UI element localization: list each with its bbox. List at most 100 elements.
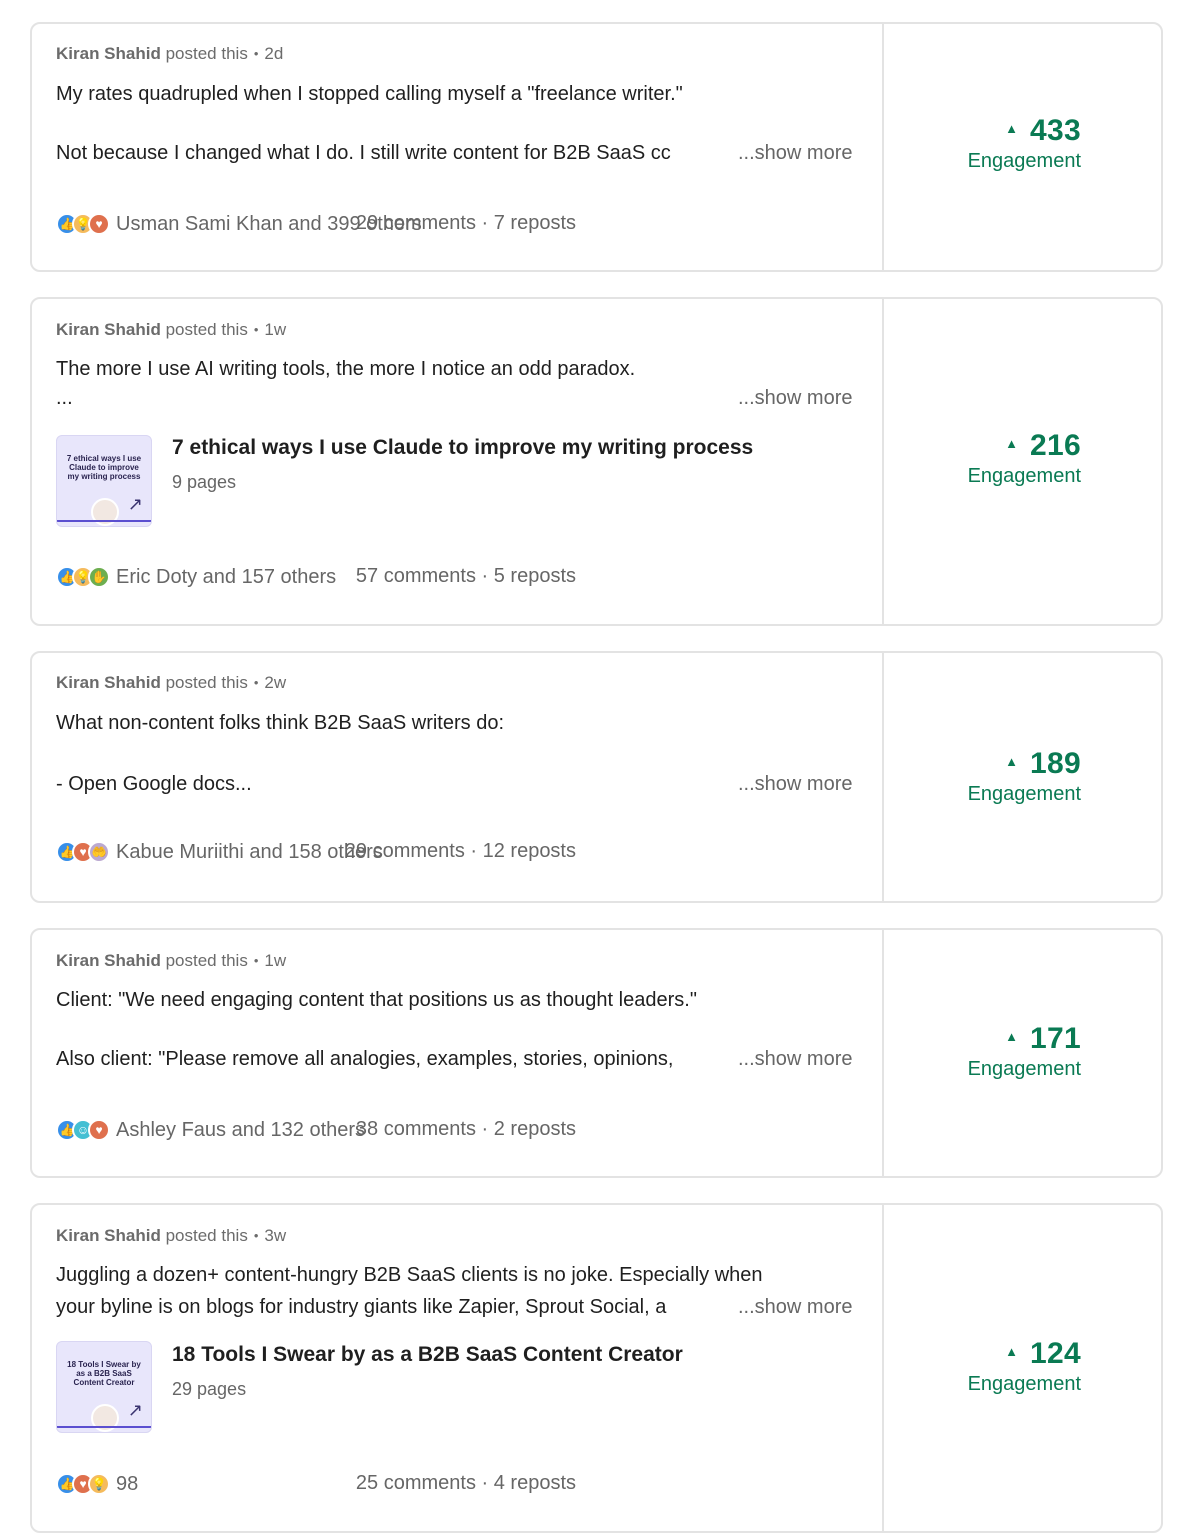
post-author[interactable]: Kiran Shahid <box>56 320 161 339</box>
engagement-panel: ▲ 171 Engagement <box>884 930 1161 1176</box>
document-thumbnail-title: 18 Tools I Swear by as a B2B SaaS Conten… <box>67 1360 141 1387</box>
engagement-label: Engagement <box>967 1058 1081 1080</box>
reaction-icons: 👍 ♥ 🤲 <box>56 841 110 863</box>
love-icon: ♥ <box>88 1119 110 1141</box>
engagement-value: 189 <box>1030 747 1081 780</box>
engagement-label: Engagement <box>967 1373 1081 1395</box>
document-title[interactable]: 7 ethical ways I use Claude to improve m… <box>172 436 753 460</box>
reactions-text: Ashley Faus and 132 others <box>116 1118 366 1141</box>
engagement-panel: ▲ 216 Engagement <box>884 299 1161 624</box>
post-meta: Kiran Shahid posted this • 1w <box>56 951 286 971</box>
post-text-line: - Open Google docs... <box>56 773 252 795</box>
reactions-summary[interactable]: 👍 ♥ 🤲 Kabue Muriithi and 158 others <box>56 839 383 865</box>
post-author[interactable]: Kiran Shahid <box>56 44 161 63</box>
post-author[interactable]: Kiran Shahid <box>56 673 161 692</box>
up-triangle-icon: ▲ <box>1005 754 1019 769</box>
show-more-link[interactable]: ...show more <box>734 773 853 796</box>
document-bar <box>57 520 151 522</box>
document-pages: 9 pages <box>172 472 237 492</box>
reactions-text: Eric Doty and 157 others <box>116 565 337 588</box>
reactions-text: 98 <box>116 1472 139 1495</box>
insight-icon: 💡 <box>88 1473 110 1495</box>
post-age: 3w <box>264 1226 287 1245</box>
document-thumbnail[interactable]: 7 ethical ways I use Claude to improve m… <box>56 435 152 527</box>
post-card: Kiran Shahid posted this • 2w What non-con… <box>30 651 1163 903</box>
post-text-line: ... <box>56 387 73 409</box>
post-action: posted this <box>165 1226 248 1245</box>
document-pages: 29 pages <box>172 1379 247 1399</box>
up-triangle-icon: ▲ <box>1005 1344 1019 1359</box>
post-action: posted this <box>165 673 248 692</box>
arrow-icon: ↗ <box>127 494 143 514</box>
document-thumbnail-title: 7 ethical ways I use Claude to improve m… <box>66 454 142 481</box>
meta-separator: • <box>253 1228 259 1243</box>
reaction-icons: 👍 ♥ 💡 <box>56 1473 110 1495</box>
document-title[interactable]: 18 Tools I Swear by as a B2B SaaS Conten… <box>172 1343 683 1367</box>
post-content: Kiran Shahid posted this • 1w The more I u… <box>32 299 882 624</box>
post-stats[interactable]: 29 comments · 7 reposts <box>356 212 576 235</box>
post-stats[interactable]: 25 comments · 4 reposts <box>356 1472 576 1495</box>
post-text-line: The more I use AI writing tools, the mor… <box>56 358 636 380</box>
reactions-summary[interactable]: 👍 💡 ✋ Eric Doty and 157 others <box>56 564 336 590</box>
reaction-icons: 👍 💡 ♥ <box>56 213 110 235</box>
post-meta: Kiran Shahid posted this • 3w <box>56 1226 286 1246</box>
post-stats[interactable]: 38 comments · 2 reposts <box>356 1118 576 1141</box>
post-action: posted this <box>165 44 248 63</box>
engagement-metric: ▲ 189 Engagement <box>968 747 1081 806</box>
post-card: Kiran Shahid posted this • 2d My rates qua… <box>30 22 1163 272</box>
post-text-line: your byline is on blogs for industry gia… <box>56 1296 667 1318</box>
post-age: 1w <box>264 320 287 339</box>
engagement-metric: ▲ 433 Engagement <box>968 114 1081 173</box>
engagement-value: 124 <box>1030 1337 1081 1370</box>
meta-separator: • <box>253 46 259 61</box>
love-icon: ♥ <box>88 213 110 235</box>
show-more-link[interactable]: ...show more <box>734 387 853 410</box>
post-meta: Kiran Shahid posted this • 2d <box>56 44 283 64</box>
meta-separator: • <box>253 953 259 968</box>
engagement-metric: ▲ 171 Engagement <box>968 1022 1081 1081</box>
post-age: 2w <box>264 673 287 692</box>
show-more-link[interactable]: ...show more <box>734 1296 853 1319</box>
engagement-panel: ▲ 124 Engagement <box>884 1205 1161 1531</box>
post-text-line: Not because I changed what I do. I still… <box>56 142 671 164</box>
post-meta: Kiran Shahid posted this • 2w <box>56 673 286 693</box>
engagement-label: Engagement <box>967 783 1081 805</box>
document-bar <box>57 1426 151 1428</box>
arrow-icon: ↗ <box>127 1400 143 1420</box>
post-text-line: Also client: "Please remove all analogie… <box>56 1048 674 1070</box>
celebrate-icon: ✋ <box>88 566 110 588</box>
reactions-text: Kabue Muriithi and 158 others <box>116 840 383 863</box>
post-action: posted this <box>165 320 248 339</box>
post-text-line: Juggling a dozen+ content-hungry B2B Saa… <box>56 1264 763 1286</box>
show-more-link[interactable]: ...show more <box>734 142 853 165</box>
engagement-label: Engagement <box>967 150 1081 172</box>
meta-separator: • <box>253 322 259 337</box>
post-text-line: What non-content folks think B2B SaaS wr… <box>56 712 504 734</box>
engagement-metric: ▲ 216 Engagement <box>968 429 1081 488</box>
post-card: Kiran Shahid posted this • 1w Client: "We … <box>30 928 1163 1178</box>
post-card: Kiran Shahid posted this • 1w The more I u… <box>30 297 1163 626</box>
post-card: Kiran Shahid posted this • 3w Juggling a d… <box>30 1203 1163 1533</box>
post-stats[interactable]: 57 comments · 5 reposts <box>356 565 576 588</box>
show-more-link[interactable]: ...show more <box>734 1048 853 1071</box>
post-text-line: My rates quadrupled when I stopped calli… <box>56 83 683 105</box>
post-age: 1w <box>264 951 287 970</box>
engagement-value: 171 <box>1030 1022 1081 1055</box>
post-stats[interactable]: 29 comments · 12 reposts <box>345 840 576 863</box>
post-author[interactable]: Kiran Shahid <box>56 951 161 970</box>
up-triangle-icon: ▲ <box>1005 436 1019 451</box>
post-author[interactable]: Kiran Shahid <box>56 1226 161 1245</box>
post-content: Kiran Shahid posted this • 2d My rates qua… <box>32 24 882 270</box>
reaction-icons: 👍 💡 ✋ <box>56 566 110 588</box>
post-content: Kiran Shahid posted this • 3w Juggling a d… <box>32 1205 882 1531</box>
post-meta: Kiran Shahid posted this • 1w <box>56 320 286 340</box>
reaction-icons: 👍 ☺ ♥ <box>56 1119 110 1141</box>
document-thumbnail[interactable]: 18 Tools I Swear by as a B2B SaaS Conten… <box>56 1341 152 1433</box>
engagement-label: Engagement <box>967 465 1081 487</box>
reactions-summary[interactable]: 👍 ☺ ♥ Ashley Faus and 132 others <box>56 1117 365 1143</box>
up-triangle-icon: ▲ <box>1005 121 1019 136</box>
post-content: Kiran Shahid posted this • 1w Client: "We … <box>32 930 882 1176</box>
up-triangle-icon: ▲ <box>1005 1029 1019 1044</box>
post-content: Kiran Shahid posted this • 2w What non-con… <box>32 653 882 901</box>
reactions-summary[interactable]: 👍 ♥ 💡 98 <box>56 1471 138 1497</box>
